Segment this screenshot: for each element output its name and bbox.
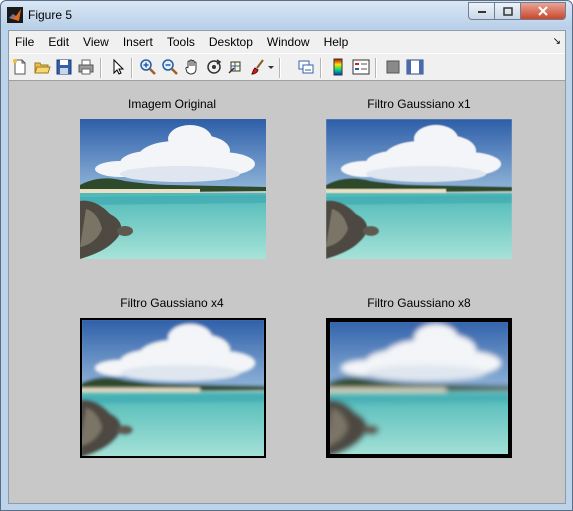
image-original[interactable] [80,119,266,259]
close-icon [538,6,548,16]
window-title: Figure 5 [28,8,73,22]
image-gauss-x4[interactable] [80,318,266,458]
menu-help[interactable]: Help [317,31,356,53]
minimize-icon [477,11,486,13]
matlab-logo-icon [7,7,23,23]
insert-colorbar-icon[interactable] [329,58,347,76]
subplot-title-gauss-x4: Filtro Gaussiano x4 [120,296,224,310]
image-gauss-x8[interactable] [326,318,512,458]
pan-hand-icon[interactable] [183,58,201,76]
dock-figure-icon[interactable]: ↘ [553,36,561,47]
insert-legend-icon[interactable] [352,58,370,76]
menu-bar: File Edit View Insert Tools Desktop Wind… [9,31,565,53]
open-file-icon[interactable] [33,58,51,76]
menu-insert[interactable]: Insert [116,31,160,53]
subplot-title-original: Imagem Original [127,97,217,111]
minimize-button[interactable] [468,2,495,20]
menu-file[interactable]: File [9,31,41,53]
brush-icon[interactable] [249,58,267,76]
new-figure-icon[interactable] [11,58,29,76]
toolbar-separator [375,58,377,78]
toolbar-separator [131,58,133,78]
menu-window[interactable]: Window [260,31,317,53]
link-plot-icon[interactable] [297,58,315,76]
maximize-button[interactable] [495,2,521,20]
save-icon[interactable] [55,58,73,76]
menu-tools[interactable]: Tools [160,31,202,53]
brush-dropdown-icon[interactable] [266,58,276,76]
toolbar-separator [100,58,102,78]
subplot-title-gauss-x8: Filtro Gaussiano x8 [367,296,471,310]
image-gauss-x1[interactable] [326,119,512,259]
figure-window: Figure 5 File Edit View Insert Tools Des… [0,0,573,511]
menu-view[interactable]: View [76,31,116,53]
toolbar-separator [320,58,322,78]
data-cursor-icon[interactable] [227,58,245,76]
hide-plot-tools-icon[interactable] [384,58,402,76]
show-plot-tools-icon[interactable] [406,58,424,76]
maximize-icon [502,6,513,16]
subplot-title-gauss-x1: Filtro Gaussiano x1 [367,97,471,111]
menu-desktop[interactable]: Desktop [202,31,260,53]
print-icon[interactable] [77,58,95,76]
toolbar-separator [279,58,281,78]
zoom-out-icon[interactable] [161,58,179,76]
menu-edit[interactable]: Edit [41,31,76,53]
title-bar[interactable]: Figure 5 [1,1,572,29]
zoom-in-icon[interactable] [139,58,157,76]
rotate-3d-icon[interactable] [205,58,223,76]
close-button[interactable] [521,2,566,20]
edit-plot-arrow-icon[interactable] [109,58,127,76]
figure-toolbar [9,53,565,81]
